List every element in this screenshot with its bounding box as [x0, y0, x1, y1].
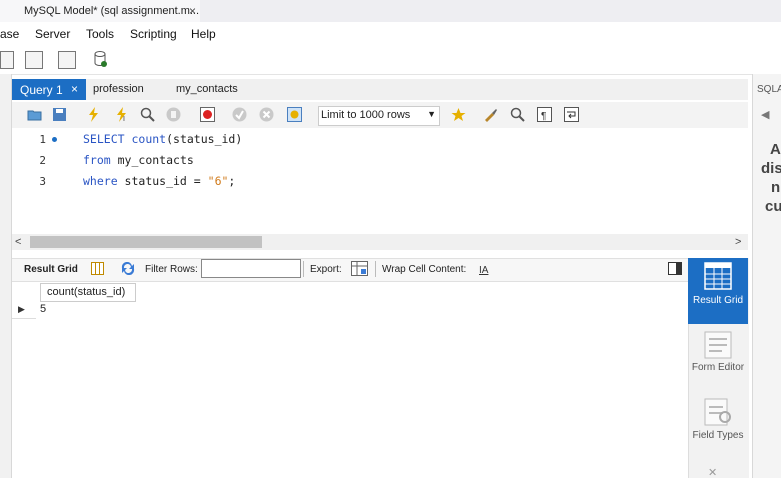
stop-icon[interactable]: [166, 107, 181, 122]
invisible-chars-icon[interactable]: ¶: [537, 107, 552, 122]
wrap-cell-label: Wrap Cell Content:: [382, 264, 467, 275]
svg-text:I: I: [123, 116, 125, 122]
code-line-2: from my_contacts: [83, 153, 194, 167]
menu-tools[interactable]: Tools: [86, 27, 114, 41]
create-table-icon[interactable]: [25, 51, 43, 69]
menu-bar: [0, 22, 781, 44]
field-types-icon[interactable]: [704, 398, 732, 426]
chevron-down-icon: ▼: [427, 109, 436, 119]
form-editor-label[interactable]: Form Editor: [690, 362, 746, 373]
code-line-3: where status_id = "6";: [83, 174, 236, 188]
scroll-right-icon[interactable]: >: [735, 236, 741, 248]
result-toolbar: [12, 258, 688, 282]
execute-current-icon[interactable]: I: [114, 107, 129, 122]
more-views-icon[interactable]: ✕: [708, 466, 717, 479]
limit-rows-select[interactable]: Limit to 1000 rows ▼: [318, 106, 440, 126]
beautify-brush-icon[interactable]: [483, 107, 498, 122]
word-wrap-icon[interactable]: [564, 107, 579, 122]
menu-database[interactable]: ase: [0, 27, 19, 41]
open-file-icon[interactable]: [27, 107, 42, 122]
sql-additions-text: cu: [765, 198, 781, 215]
tab-query-1[interactable]: Query 1 ×: [12, 79, 86, 100]
toggle-side-panel-icon[interactable]: [668, 262, 682, 275]
autocommit-icon[interactable]: [287, 107, 302, 122]
grid-layout-icon[interactable]: [91, 262, 104, 275]
refresh-icon[interactable]: [120, 262, 136, 275]
tab-my-contacts[interactable]: my_contacts: [176, 83, 238, 95]
field-types-label[interactable]: Field Types: [690, 430, 746, 441]
svg-text:IA: IA: [479, 265, 489, 275]
new-schema-icon[interactable]: [0, 51, 14, 69]
menu-scripting[interactable]: Scripting: [130, 27, 177, 41]
toolbar-divider: [303, 261, 304, 277]
explain-icon[interactable]: [140, 107, 155, 122]
result-grid-label[interactable]: Result Grid: [24, 264, 78, 275]
code-line-1: SELECT count(status_id): [83, 132, 243, 146]
export-icon[interactable]: [351, 261, 368, 276]
line-number: 1: [39, 133, 46, 146]
document-tab-title: MySQL Model* (sql assignment.m...: [24, 5, 200, 17]
grid-cell[interactable]: 5: [40, 303, 46, 315]
sql-additions-tab[interactable]: SQLA: [757, 84, 781, 95]
sql-additions-text: dis: [761, 160, 781, 177]
execute-icon[interactable]: [86, 107, 101, 122]
add-snippet-star-icon[interactable]: [451, 107, 466, 122]
sql-additions-panel: [752, 74, 781, 478]
form-editor-icon[interactable]: [704, 331, 732, 359]
wrap-cell-icon[interactable]: IA: [478, 262, 491, 275]
filter-rows-input[interactable]: [201, 259, 301, 278]
document-tab-close-icon[interactable]: ×: [189, 4, 196, 18]
scroll-left-icon[interactable]: <: [15, 236, 21, 248]
sql-additions-text: n: [771, 179, 781, 196]
toolbar-divider: [375, 261, 376, 277]
tab-close-icon[interactable]: ×: [71, 82, 78, 96]
rollback-icon[interactable]: [259, 107, 274, 122]
export-label: Export:: [310, 264, 342, 275]
result-grid-view-label: Result Grid: [692, 295, 743, 306]
menu-server[interactable]: Server: [35, 27, 70, 41]
result-grid-view-icon: [704, 262, 732, 290]
navigator-panel-edge: [0, 74, 12, 478]
sql-additions-text: A: [770, 141, 781, 158]
menu-help[interactable]: Help: [191, 27, 216, 41]
scrollbar-thumb[interactable]: [30, 236, 262, 248]
filter-rows-label: Filter Rows:: [145, 264, 198, 275]
limit-rows-value: Limit to 1000 rows: [321, 109, 411, 121]
toggle-stop-on-error-icon[interactable]: [200, 107, 215, 122]
line-number: 3: [39, 175, 46, 188]
column-header[interactable]: count(status_id): [40, 283, 136, 302]
svg-text:¶: ¶: [541, 111, 546, 122]
column-header-label: count(status_id): [47, 286, 126, 298]
current-row-arrow-icon: ▶: [18, 304, 25, 314]
main-toolbar: [0, 44, 781, 75]
tab-profession[interactable]: profession: [93, 83, 144, 95]
statement-marker-icon: [52, 137, 57, 142]
line-number: 2: [39, 154, 46, 167]
tab-query-1-label: Query 1: [20, 83, 63, 97]
database-reconnect-icon[interactable]: [90, 49, 110, 69]
panel-back-icon[interactable]: ◀: [761, 108, 769, 121]
save-icon[interactable]: [52, 107, 67, 122]
commit-icon[interactable]: [232, 107, 247, 122]
inspector-icon[interactable]: [58, 51, 76, 69]
find-icon[interactable]: [510, 107, 525, 122]
